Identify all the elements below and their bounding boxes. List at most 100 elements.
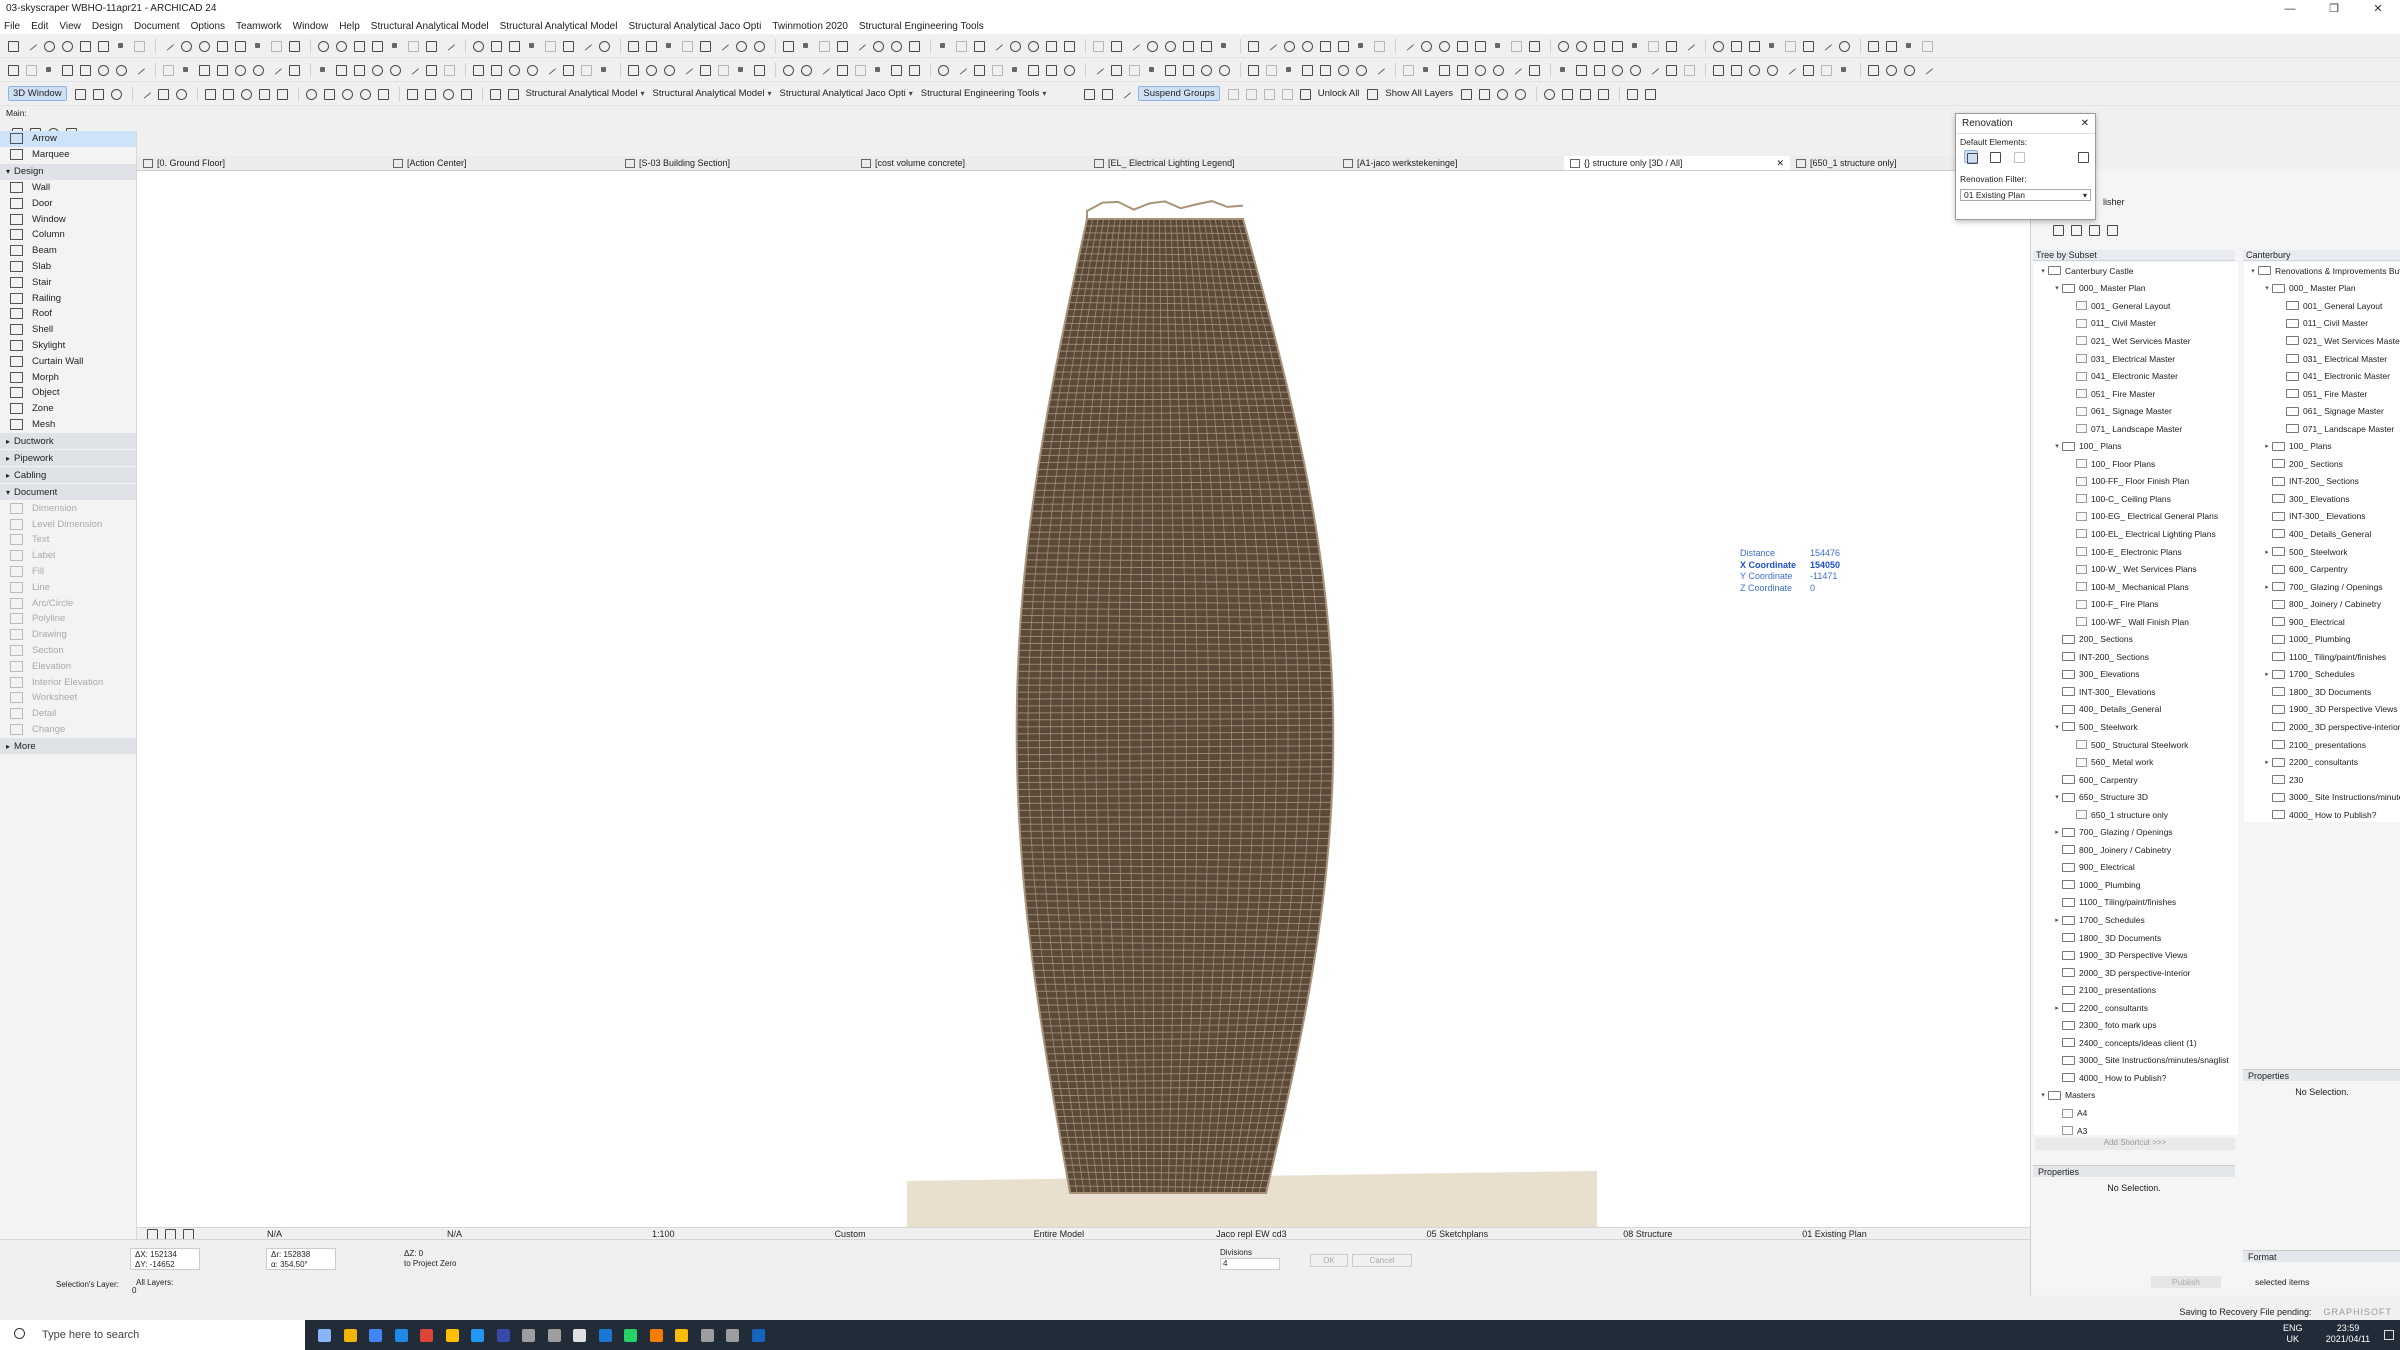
pen-set[interactable]: 05 Sketchplans bbox=[1427, 1229, 1489, 1239]
tool-icon[interactable] bbox=[1819, 39, 1833, 52]
tool-icon[interactable] bbox=[644, 39, 658, 52]
tool-icon[interactable] bbox=[1920, 39, 1934, 52]
tool-window[interactable]: Window bbox=[0, 211, 136, 227]
tool-icon[interactable] bbox=[835, 63, 849, 76]
tool-icon[interactable] bbox=[1628, 63, 1642, 76]
tree-item[interactable]: 2000_ 3D perspective-interior bbox=[2034, 964, 2238, 982]
tool-icon[interactable] bbox=[1610, 39, 1624, 52]
tree-item[interactable]: 001_ General Layout bbox=[2244, 297, 2400, 315]
tree-item[interactable]: 3000_ Site Instructions/minutes/snaglist bbox=[2034, 1052, 2238, 1070]
tool-polyline[interactable]: Polyline bbox=[0, 611, 136, 627]
tool-icon[interactable] bbox=[889, 39, 903, 52]
tool-icon[interactable] bbox=[1884, 39, 1898, 52]
tool-icon[interactable] bbox=[1664, 39, 1678, 52]
menu-teamwork[interactable]: Teamwork bbox=[236, 21, 282, 32]
tool-icon[interactable] bbox=[1473, 39, 1487, 52]
tree-item[interactable]: 1100_ Tiling/paint/finishes bbox=[2244, 648, 2400, 666]
tab-lighting-legend[interactable]: [EL_ Electrical Lighting Legend] bbox=[1088, 156, 1337, 170]
tree-item[interactable]: 001_ General Layout bbox=[2034, 297, 2238, 315]
expand-arrow-icon[interactable]: ▾ bbox=[2052, 284, 2062, 292]
tree-item[interactable]: ▾ 500_ Steelwork bbox=[2034, 718, 2238, 736]
tool-icon[interactable] bbox=[853, 39, 867, 52]
tree-item[interactable]: ▸ 2200_ consultants bbox=[2244, 753, 2400, 771]
tool-morph[interactable]: Morph bbox=[0, 369, 136, 385]
tool-icon[interactable] bbox=[1008, 39, 1022, 52]
tree-item[interactable]: ▸ 700_ Glazing / Openings bbox=[2034, 824, 2238, 842]
orbit-icon[interactable] bbox=[109, 87, 123, 100]
tool-mesh[interactable]: Mesh bbox=[0, 417, 136, 433]
whatsapp-icon[interactable] bbox=[624, 1329, 637, 1342]
structure-icon[interactable] bbox=[506, 87, 520, 100]
folder-icon[interactable] bbox=[2069, 223, 2083, 236]
send-back-icon[interactable] bbox=[1280, 87, 1294, 100]
tab-action-center[interactable]: [Action Center] bbox=[387, 156, 619, 170]
elevate-icon[interactable] bbox=[1262, 87, 1276, 100]
tool-icon[interactable] bbox=[370, 63, 384, 76]
onedrive-icon[interactable] bbox=[496, 1329, 510, 1342]
tool-icon[interactable] bbox=[1401, 63, 1415, 76]
archicad-icon[interactable] bbox=[700, 1329, 714, 1342]
tool-icon[interactable] bbox=[680, 39, 694, 52]
tool-icon[interactable] bbox=[334, 39, 348, 52]
tool-icon[interactable] bbox=[1145, 39, 1159, 52]
tree-item[interactable]: INT-200_ Sections bbox=[2244, 473, 2400, 491]
tool-icon[interactable] bbox=[972, 39, 986, 52]
to-project-zero[interactable]: to Project Zero bbox=[404, 1259, 486, 1269]
file-explorer-icon[interactable] bbox=[343, 1329, 357, 1342]
tree-item[interactable]: 100-F_ Fire Plans bbox=[2034, 595, 2238, 613]
tool-arc-circle[interactable]: Arc/Circle bbox=[0, 595, 136, 611]
tree-item[interactable]: ▸ 1700_ Schedules bbox=[2034, 911, 2238, 929]
tool-stair[interactable]: Stair bbox=[0, 274, 136, 290]
tool-object[interactable]: Object bbox=[0, 385, 136, 401]
tool-icon[interactable] bbox=[990, 39, 1004, 52]
tool-icon[interactable] bbox=[853, 63, 867, 76]
divisions-input[interactable]: 4 bbox=[1220, 1258, 1280, 1270]
tree-item[interactable]: 071_ Landscape Master bbox=[2034, 420, 2238, 438]
home-icon[interactable] bbox=[2051, 223, 2065, 236]
tool-icon[interactable] bbox=[1300, 63, 1314, 76]
tool-icon[interactable] bbox=[1747, 39, 1761, 52]
tool-icon[interactable] bbox=[597, 63, 611, 76]
clock[interactable]: 23:59 2021/04/11 bbox=[2318, 1323, 2378, 1345]
tool-icon[interactable] bbox=[871, 63, 885, 76]
target-icon[interactable] bbox=[441, 87, 455, 100]
tree-item[interactable]: 600_ Carpentry bbox=[2034, 771, 2238, 789]
sketchup-icon[interactable] bbox=[675, 1329, 688, 1342]
tool-door[interactable]: Door bbox=[0, 195, 136, 211]
tree-item[interactable]: A3 bbox=[2034, 1122, 2238, 1135]
analytical-icon[interactable] bbox=[488, 87, 502, 100]
tool-arrow[interactable]: Arrow bbox=[0, 131, 136, 147]
tool-dimension[interactable]: Dimension bbox=[0, 500, 136, 516]
tree-item[interactable]: 061_ Signage Master bbox=[2244, 402, 2400, 420]
tree-item[interactable]: ▸ 2200_ consultants bbox=[2034, 999, 2238, 1017]
record-icon[interactable] bbox=[1513, 87, 1527, 100]
tool-icon[interactable] bbox=[799, 63, 813, 76]
sun-icon[interactable] bbox=[239, 87, 253, 100]
tool-icon[interactable] bbox=[1729, 63, 1743, 76]
tool-icon[interactable] bbox=[1163, 39, 1177, 52]
walk-icon[interactable] bbox=[138, 87, 152, 100]
tree-item[interactable]: 560_ Metal work bbox=[2034, 753, 2238, 771]
tool-icon[interactable] bbox=[1556, 63, 1570, 76]
pen-icon[interactable] bbox=[1477, 87, 1491, 100]
tool-icon[interactable] bbox=[197, 39, 211, 52]
tool-icon[interactable] bbox=[442, 39, 456, 52]
3d-window-button[interactable]: 3D Window bbox=[8, 86, 67, 101]
outlook-alt-icon[interactable] bbox=[598, 1329, 612, 1342]
menu-help[interactable]: Help bbox=[339, 21, 360, 32]
tool-slab[interactable]: Slab bbox=[0, 259, 136, 275]
sync-icon[interactable] bbox=[1643, 87, 1657, 100]
tool-icon[interactable] bbox=[1062, 39, 1076, 52]
tool-icon[interactable] bbox=[525, 39, 539, 52]
tree-item[interactable]: 1800_ 3D Documents bbox=[2244, 683, 2400, 701]
tool-icon[interactable] bbox=[1837, 63, 1851, 76]
tool-icon[interactable] bbox=[752, 39, 766, 52]
menu-view[interactable]: View bbox=[59, 21, 81, 32]
tool-icon[interactable] bbox=[644, 63, 658, 76]
settings-icon[interactable] bbox=[573, 1329, 586, 1342]
tool-icon[interactable] bbox=[1646, 39, 1660, 52]
tool-icon[interactable] bbox=[406, 39, 420, 52]
tool-icon[interactable] bbox=[734, 39, 748, 52]
tool-skylight[interactable]: Skylight bbox=[0, 338, 136, 354]
tool-icon[interactable] bbox=[1509, 39, 1523, 52]
